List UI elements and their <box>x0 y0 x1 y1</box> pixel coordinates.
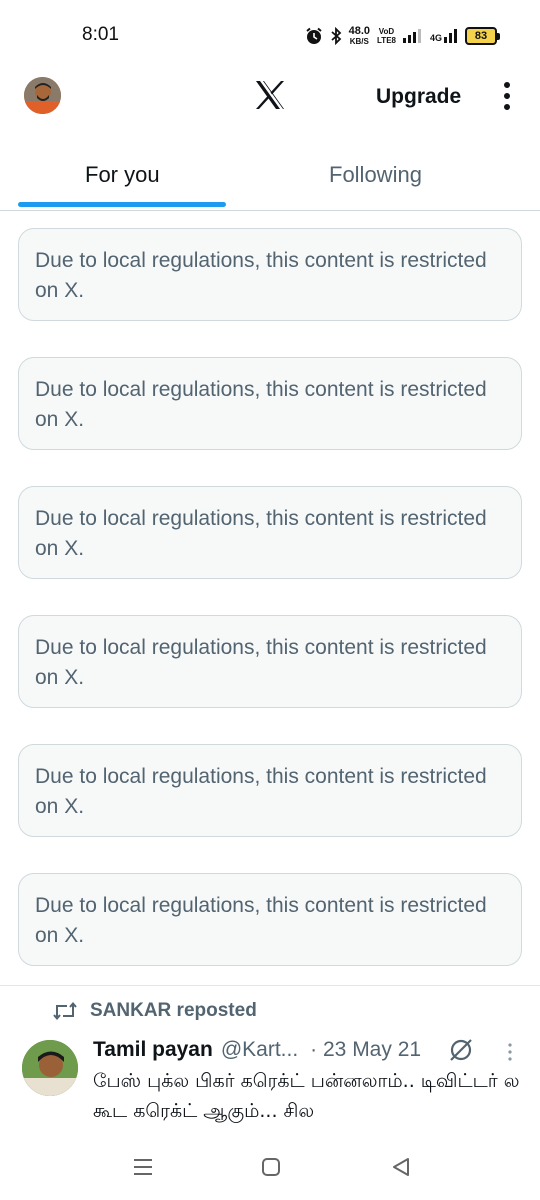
restricted-notice: Due to local regulations, this content i… <box>18 357 522 450</box>
tweet-more-icon[interactable] <box>505 1042 515 1062</box>
active-tab-indicator <box>18 202 226 207</box>
x-logo-icon[interactable] <box>252 77 288 113</box>
avatar-image <box>24 77 61 114</box>
restricted-notice: Due to local regulations, this content i… <box>18 486 522 579</box>
tab-following[interactable]: Following <box>329 162 422 188</box>
bluetooth-icon <box>331 27 341 45</box>
repost-indicator[interactable]: SANKAR reposted <box>52 998 257 1024</box>
battery-icon: 83 <box>465 27 500 45</box>
tweet-author-handle[interactable]: @Kart... <box>221 1038 298 1062</box>
restricted-notice: Due to local regulations, this content i… <box>18 744 522 837</box>
grok-icon[interactable] <box>448 1037 474 1063</box>
restricted-notice: Due to local regulations, this content i… <box>18 228 522 321</box>
app-header: Upgrade <box>0 70 540 130</box>
tab-for-you[interactable]: For you <box>85 162 160 188</box>
repost-icon <box>53 1001 77 1021</box>
home-icon[interactable] <box>256 1154 286 1180</box>
menu-icon[interactable] <box>128 1154 158 1180</box>
repost-label: SANKAR reposted <box>90 1000 257 1021</box>
profile-avatar[interactable] <box>24 77 61 114</box>
more-vertical-icon[interactable] <box>497 81 517 111</box>
tweet-text: பேஸ் புக்ல பிகர் கரெக்ட் பன்னலாம்.. டிவி… <box>93 1070 520 1122</box>
tweet-author-name[interactable]: Tamil payan <box>93 1038 213 1062</box>
status-icons: 48.0 KB/S VoD LTE8 4G 83 <box>305 24 500 48</box>
net-speed: 48.0 KB/S <box>348 25 371 47</box>
status-bar: 8:01 48.0 KB/S VoD LTE8 4G 83 <box>0 0 540 70</box>
feed-tabs: For you Following <box>0 140 540 211</box>
restricted-notice: Due to local regulations, this content i… <box>18 873 522 966</box>
status-time: 8:01 <box>82 24 119 45</box>
network-type: 4G <box>430 29 458 43</box>
alarm-icon <box>305 27 322 44</box>
tweet-header: Tamil payan @Kart... · 23 May 21 <box>93 1036 421 1064</box>
system-nav-bar <box>0 1134 540 1200</box>
screen: 8:01 48.0 KB/S VoD LTE8 4G 83 Upgrade Fo… <box>0 0 540 1200</box>
tweet-author-avatar[interactable] <box>22 1040 78 1096</box>
tweet-avatar-image <box>22 1040 78 1096</box>
upgrade-button[interactable]: Upgrade <box>376 85 461 109</box>
tweet-date[interactable]: · 23 May 21 <box>310 1038 421 1062</box>
volte-indicator: VoD LTE8 <box>377 27 396 45</box>
signal-icon-2 <box>444 29 457 43</box>
back-icon[interactable] <box>386 1154 416 1180</box>
signal-icon <box>402 29 421 43</box>
feed-divider <box>0 985 540 986</box>
restricted-notice: Due to local regulations, this content i… <box>18 615 522 708</box>
